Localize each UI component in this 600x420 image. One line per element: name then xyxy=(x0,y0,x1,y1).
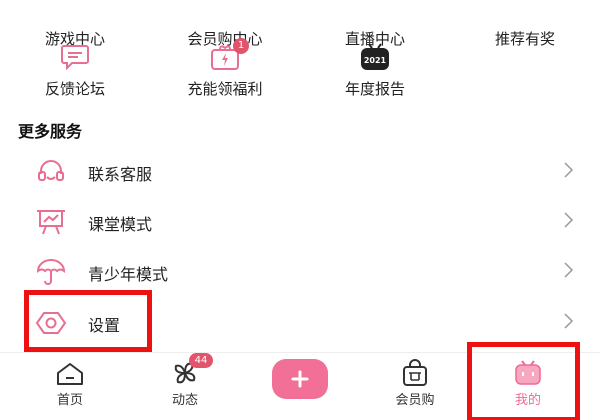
umbrella-icon xyxy=(36,259,66,285)
annual-report-icon: 2021 xyxy=(361,43,389,70)
classroom-icon xyxy=(37,210,65,235)
list-item-label: 课堂模式 xyxy=(88,215,153,234)
tab-home[interactable]: 首页 xyxy=(25,353,115,420)
grid-item-label: 反馈论坛 xyxy=(44,80,105,98)
tab-feed[interactable]: 44 动态 xyxy=(140,353,230,420)
highlight-box-mine-tab xyxy=(467,342,580,420)
grid-item-annual-report[interactable]: 2021 年度报告 xyxy=(310,40,440,99)
notification-badge: 1 xyxy=(233,38,249,54)
grid-item-charge-benefit[interactable]: 1 充能领福利 xyxy=(160,38,290,99)
grid-item-label: 充能领福利 xyxy=(187,80,263,98)
tab-vip-shop[interactable]: 会员购 xyxy=(370,353,460,420)
chevron-right-icon xyxy=(564,262,574,278)
services-grid-row-2: 反馈论坛 1 充能领福利 2021 年度报告 xyxy=(0,38,600,98)
tab-label: 首页 xyxy=(56,393,83,408)
chevron-right-icon xyxy=(564,313,574,329)
grid-item-label: 年度报告 xyxy=(344,80,405,98)
tab-label: 会员购 xyxy=(395,393,435,408)
headset-icon xyxy=(38,160,64,181)
home-icon xyxy=(57,363,83,385)
chevron-right-icon xyxy=(564,162,574,178)
list-item-label: 青少年模式 xyxy=(88,265,169,284)
annual-report-year: 2021 xyxy=(364,56,387,65)
list-item-label: 联系客服 xyxy=(88,165,153,184)
highlight-box-settings xyxy=(24,290,152,352)
list-item-contact-support[interactable]: 联系客服 xyxy=(0,147,600,197)
notification-badge: 44 xyxy=(189,353,213,368)
shopping-bag-icon xyxy=(403,359,427,386)
chevron-right-icon xyxy=(564,212,574,228)
list-item-classroom-mode[interactable]: 课堂模式 xyxy=(0,197,600,247)
services-grid-row-1: 游戏中心 会员购中心 直播中心 推荐有奖 xyxy=(0,0,600,48)
tab-label: 动态 xyxy=(171,393,198,408)
add-button[interactable] xyxy=(272,359,328,399)
grid-item-feedback-forum[interactable]: 反馈论坛 xyxy=(10,40,140,99)
plus-icon xyxy=(291,370,309,388)
feedback-forum-icon xyxy=(61,45,89,71)
section-title-more-services: 更多服务 xyxy=(18,122,83,141)
